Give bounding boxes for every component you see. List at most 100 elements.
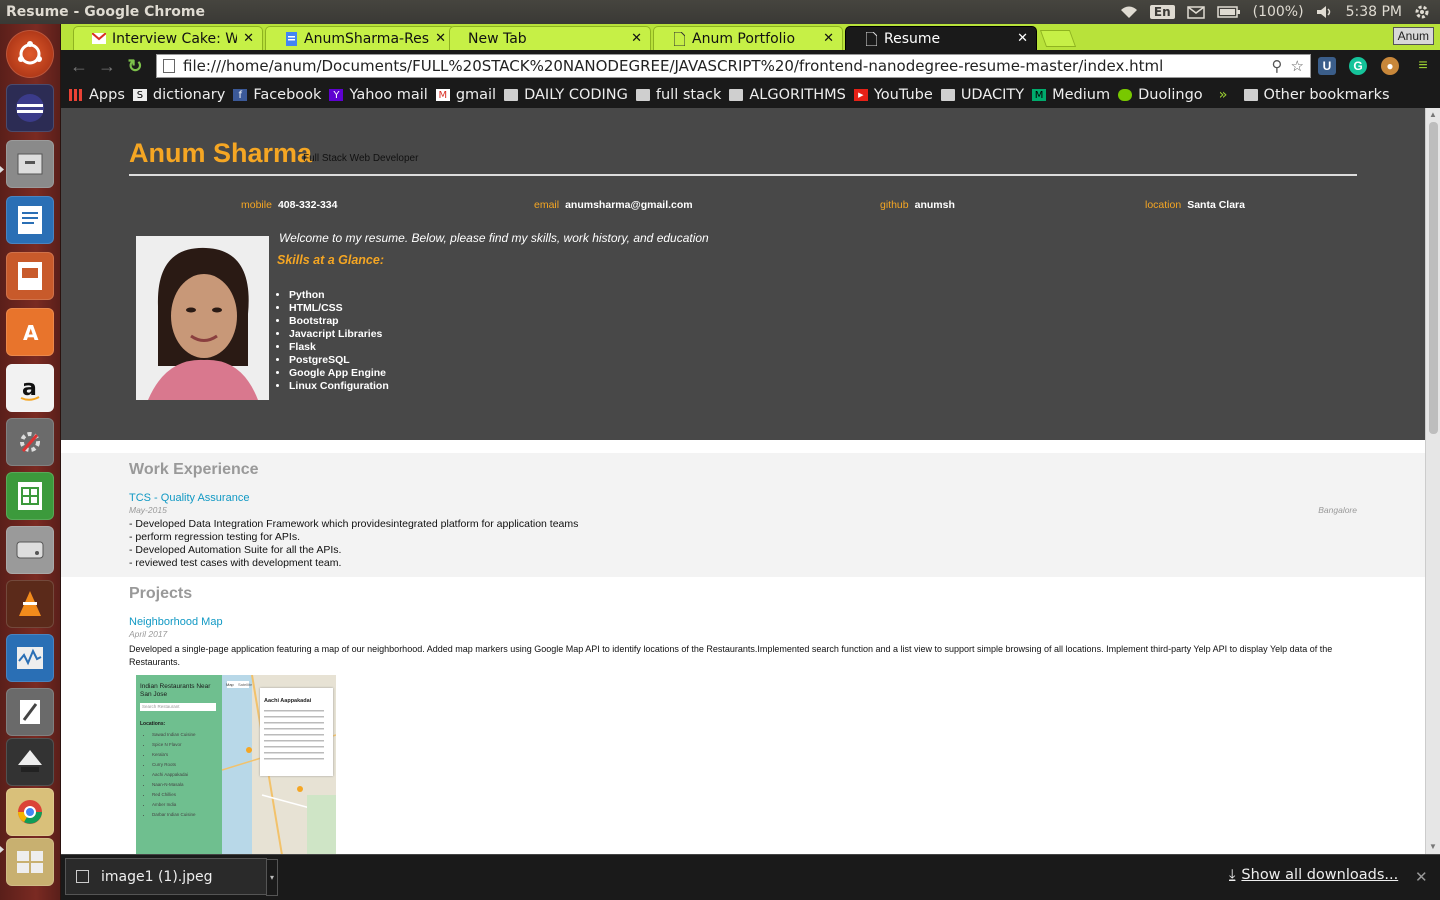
grammarly-icon[interactable]: G xyxy=(1349,57,1367,75)
inkscape-icon[interactable] xyxy=(6,738,54,786)
close-icon[interactable]: ✕ xyxy=(1017,31,1028,46)
facebook-icon: f xyxy=(233,89,248,101)
new-tab-button[interactable] xyxy=(1039,30,1077,47)
scroll-up-arrow-icon[interactable]: ▲ xyxy=(1429,110,1437,119)
tab-resume[interactable]: Resume ✕ xyxy=(845,26,1037,50)
close-icon[interactable]: ✕ xyxy=(435,31,446,46)
project-title[interactable]: Neighborhood Map xyxy=(129,616,223,628)
menu-icon[interactable]: ≡ xyxy=(1414,57,1432,75)
bookmark-daily-coding[interactable]: DAILY CODING xyxy=(504,87,628,103)
dictionary-icon: S xyxy=(132,89,147,101)
skill-item: Google App Engine xyxy=(289,367,389,380)
eclipse-icon[interactable] xyxy=(6,84,54,132)
gear-icon[interactable] xyxy=(1414,4,1430,20)
reload-icon[interactable]: ↻ xyxy=(121,56,149,77)
tab-interview-cake[interactable]: Interview Cake: Wee ✕ xyxy=(73,26,263,50)
system-settings-icon[interactable] xyxy=(6,418,54,466)
bookmarks-overflow-button[interactable]: » xyxy=(1219,87,1228,103)
close-icon[interactable]: ✕ xyxy=(243,31,254,46)
cookie-icon[interactable]: ● xyxy=(1381,57,1399,75)
skills-list: Python HTML/CSS Bootstrap Javacript Libr… xyxy=(289,289,389,393)
scrollbar-thumb[interactable] xyxy=(1429,122,1438,434)
bookmark-udacity[interactable]: UDACITY xyxy=(940,87,1024,103)
scroll-down-arrow-icon[interactable]: ▼ xyxy=(1429,842,1437,851)
software-center-icon[interactable]: A xyxy=(6,308,54,356)
contact-value[interactable]: anumsh xyxy=(915,199,955,211)
bookmark-gmail[interactable]: Mgmail xyxy=(435,87,497,103)
contact-key: mobile xyxy=(241,199,272,211)
bookmark-duolingo[interactable]: Duolingo xyxy=(1118,87,1203,103)
project-screenshot: Indian Restaurants Near San Jose Search … xyxy=(136,675,336,854)
wifi-icon[interactable] xyxy=(1120,5,1138,19)
download-item[interactable]: image1 (1).jpeg ▾ xyxy=(65,858,278,896)
bookmark-youtube[interactable]: ▶ YouTube xyxy=(853,87,933,103)
mail-icon[interactable] xyxy=(1186,5,1205,19)
screenshot-map-tab: Map xyxy=(226,682,234,687)
impress-icon[interactable] xyxy=(6,252,54,300)
profile-button[interactable]: Anum xyxy=(1392,27,1434,45)
writer-icon[interactable] xyxy=(6,196,54,244)
bookmark-full-stack[interactable]: full stack xyxy=(635,87,721,103)
skill-item: Javacript Libraries xyxy=(289,328,389,341)
screenshot-map: Map Satellite Aachi Aappakadai xyxy=(222,675,336,854)
chevron-down-icon[interactable]: ▾ xyxy=(266,859,278,896)
work-entry-date: May-2015 xyxy=(129,505,167,515)
screenshot-location-item: Amber India xyxy=(152,800,196,810)
amazon-icon[interactable]: a xyxy=(6,364,54,412)
bookmark-apps[interactable]: Apps xyxy=(69,87,125,103)
profile-photo xyxy=(136,236,269,400)
close-icon[interactable]: ✕ xyxy=(1415,868,1428,886)
calc-icon[interactable] xyxy=(6,472,54,520)
bookmark-label: Other bookmarks xyxy=(1263,87,1390,103)
contact-value[interactable]: anumsharma@gmail.com xyxy=(565,199,693,211)
workspaces-icon[interactable] xyxy=(6,838,54,886)
forward-arrow-icon[interactable]: → xyxy=(93,56,121,77)
system-monitor-icon[interactable] xyxy=(6,634,54,682)
clock[interactable]: 5:38 PM xyxy=(1346,4,1402,20)
screenshot-sidebar: Indian Restaurants Near San Jose Search … xyxy=(136,675,222,854)
bookmark-medium[interactable]: M Medium xyxy=(1032,87,1110,103)
keyboard-language-indicator[interactable]: En xyxy=(1149,5,1175,19)
volume-icon[interactable] xyxy=(1316,5,1334,19)
screenshot-location-item: Curry Roots xyxy=(152,760,196,770)
bookmark-algorithms[interactable]: ALGORITHMS xyxy=(729,87,846,103)
battery-icon[interactable] xyxy=(1216,6,1241,18)
other-bookmarks[interactable]: Other bookmarks xyxy=(1243,87,1390,103)
contact-value: Santa Clara xyxy=(1187,199,1245,211)
close-icon[interactable]: ✕ xyxy=(631,31,642,46)
ubuntu-dash-icon[interactable] xyxy=(6,30,54,78)
url-text[interactable]: file:///home/anum/Documents/FULL%20STACK… xyxy=(183,57,1272,75)
tab-anum-portfolio[interactable]: Anum Portfolio ✕ xyxy=(653,26,843,50)
screenshot-location-item: Sawad Indian Cuisine xyxy=(152,730,196,740)
address-bar[interactable]: file:///home/anum/Documents/FULL%20STACK… xyxy=(156,54,1311,78)
work-entry-location: Bangalore xyxy=(1318,505,1357,515)
bookmark-star-icon[interactable]: ☆ xyxy=(1291,57,1304,75)
bookmark-facebook[interactable]: f Facebook xyxy=(233,87,321,103)
screenshot-location-item: Darbar Indian Cuisine xyxy=(152,810,196,820)
bookmark-yahoo-mail[interactable]: Y Yahoo mail xyxy=(329,87,428,103)
youtube-icon: ▶ xyxy=(853,89,868,101)
page-icon xyxy=(864,31,878,46)
bookmark-dictionary[interactable]: Sdictionary xyxy=(132,87,225,103)
files-icon[interactable] xyxy=(6,140,54,188)
text-editor-icon[interactable] xyxy=(6,688,54,736)
vlc-icon[interactable] xyxy=(6,580,54,628)
contact-github: github anumsh xyxy=(880,199,955,211)
show-all-downloads-link[interactable]: ⤓ Show all downloads... xyxy=(1229,867,1398,883)
tab-new-tab[interactable]: New Tab ✕ xyxy=(449,26,651,50)
skill-item: PostgreSQL xyxy=(289,354,389,367)
back-arrow-icon[interactable]: ← xyxy=(65,56,93,77)
work-entry-title[interactable]: TCS - Quality Assurance xyxy=(129,492,249,504)
extension-icon[interactable]: U xyxy=(1318,57,1336,75)
screenshot-info-title: Aachi Aappakadai xyxy=(264,698,312,704)
close-icon[interactable]: ✕ xyxy=(823,31,834,46)
tab-label: New Tab xyxy=(468,30,527,47)
zoom-icon[interactable]: ⚲ xyxy=(1272,57,1283,75)
bookmark-label: gmail xyxy=(455,87,497,103)
bookmark-label: ALGORITHMS xyxy=(749,87,846,103)
disk-icon[interactable] xyxy=(6,526,54,574)
page-scrollbar[interactable]: ▲ ▼ xyxy=(1425,108,1440,854)
project-date: April 2017 xyxy=(129,629,168,639)
tab-resume-doc[interactable]: AnumSharma-Resum ✕ xyxy=(265,26,455,50)
chrome-icon[interactable] xyxy=(6,788,54,836)
